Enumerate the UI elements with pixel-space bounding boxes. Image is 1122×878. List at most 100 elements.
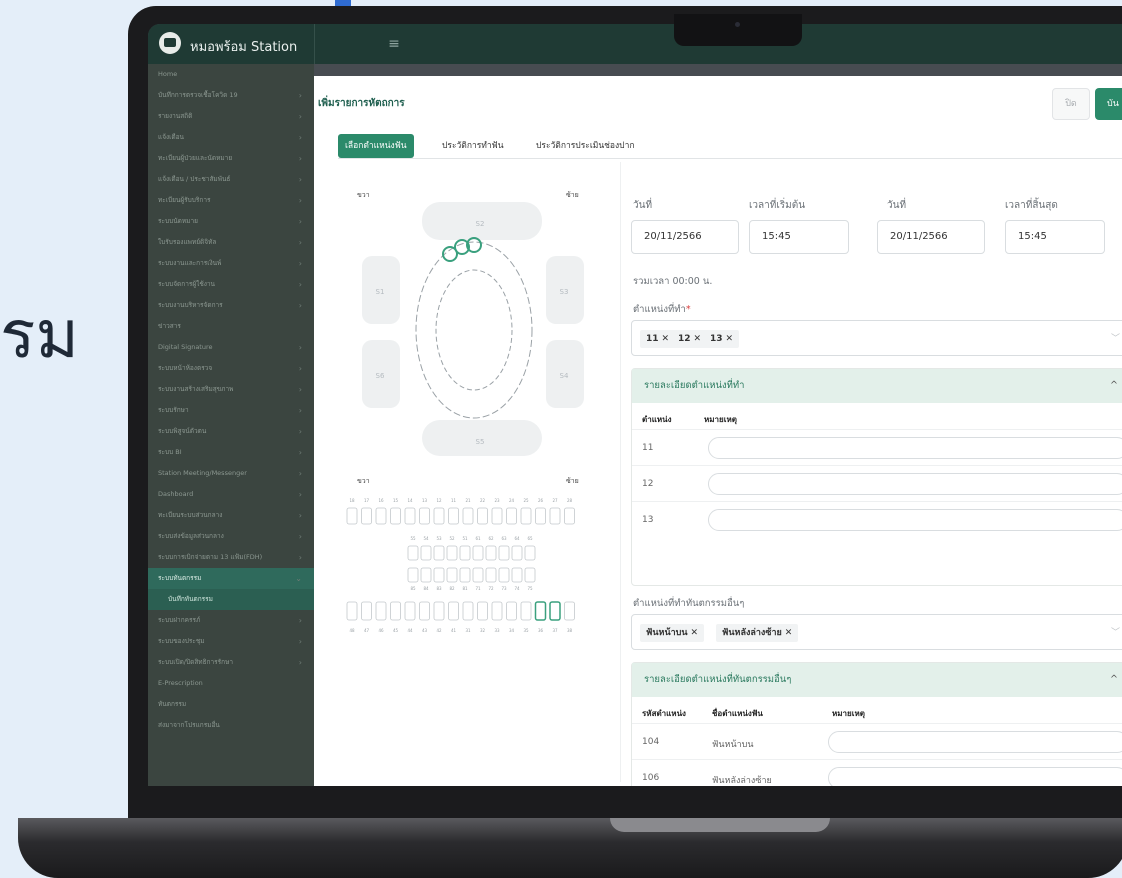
tooth-shape <box>390 601 401 621</box>
tooth-number: 26 <box>538 498 544 503</box>
sidebar-item[interactable]: ทะเบียนระบบส่วนกลาง › <box>148 505 314 526</box>
tag-11[interactable]: 11 ✕ <box>640 330 676 348</box>
sidebar-item[interactable]: ระบบงานและการเงินพ์ › <box>148 253 314 274</box>
chevron-right-icon: › <box>298 196 302 205</box>
sidebar-item[interactable]: ระบบ BI › <box>148 442 314 463</box>
sidebar-item[interactable]: แจ้งเตือน › <box>148 127 314 148</box>
tooth-shape <box>433 507 445 525</box>
sidebar-item[interactable]: E-Prescription <box>148 673 314 694</box>
other-detail-panel-header[interactable]: รายละเอียดตำแหน่งที่ทันตกรรมอื่นๆ ^ <box>632 663 1122 697</box>
detail-note-input[interactable] <box>708 473 1122 495</box>
sidebar-item[interactable]: รายงานสถิติ › <box>148 106 314 127</box>
tooth-number: 21 <box>465 498 471 503</box>
chevron-right-icon: › <box>298 259 302 268</box>
sidebar-item-label: ระบบงานและการเงินพ์ <box>158 259 222 267</box>
sidebar-item[interactable]: ระบบทันตกรรม ⌄ <box>148 568 314 589</box>
sidebar-item[interactable]: ระบบจัดการผู้ใช้งาน › <box>148 274 314 295</box>
tag-12[interactable]: 12 ✕ <box>672 330 708 348</box>
sidebar-item[interactable]: ระบบของประชุม › <box>148 631 314 652</box>
sidebar-item[interactable]: ระบบนัดหมาย › <box>148 211 314 232</box>
sidebar-item[interactable]: ระบบหน้าห้องตรวจ › <box>148 358 314 379</box>
sidebar-item[interactable]: ระบบการเบิกจ่ายตาม 13 แฟ้ม(FDH) › <box>148 547 314 568</box>
sidebar-item[interactable]: ใบรับรองแพทย์ดิจิทัล › <box>148 232 314 253</box>
inner-arch <box>435 269 513 391</box>
detail-note-input[interactable] <box>708 509 1122 531</box>
tooth-shape <box>534 601 547 621</box>
sidebar-item-label: ทะเบียนระบบส่วนกลาง <box>158 511 223 519</box>
detail-panel-header[interactable]: รายละเอียดตำแหน่งที่ทำ ^ <box>632 369 1122 403</box>
sidebar-item-label: ส่งมาจากโปรแกรมอื่น <box>158 721 220 729</box>
tooth-number: 38 <box>567 628 573 633</box>
tab-dental-history[interactable]: ประวัติการทำฟัน <box>442 134 504 158</box>
sidebar-item-label: ข่าวสาร <box>158 322 181 330</box>
tooth-shape <box>346 507 358 525</box>
tab-select-tooth[interactable]: เลือกตำแหน่งฟัน <box>338 134 414 158</box>
top-bar: หมอพร้อม Station ≡ <box>148 24 1122 64</box>
sidebar-item[interactable]: ระบบฝากครรภ์ › <box>148 610 314 631</box>
close-button[interactable]: ปิด <box>1052 88 1090 120</box>
sidebar-item[interactable]: ทะเบียนผู้ป่วยและนัดหมาย › <box>148 148 314 169</box>
sidebar-item[interactable]: บันทึกการตรวจเชื้อโควิด 19 › <box>148 85 314 106</box>
sidebar-item[interactable]: บันทึกทันตกรรม <box>148 589 314 610</box>
sidebar-item[interactable]: ข่าวสาร <box>148 316 314 337</box>
detail-note-input[interactable] <box>708 437 1122 459</box>
tooth-number: 25 <box>523 498 529 503</box>
end-date-input[interactable]: 20/11/2566 <box>877 220 985 254</box>
save-button[interactable]: บัน <box>1095 88 1122 120</box>
tag-lower-back-left[interactable]: ฟันหลังล่างซ้าย ✕ <box>716 624 799 642</box>
start-date-input[interactable]: 20/11/2566 <box>631 220 739 254</box>
sidebar-item-label: แจ้งเตือน <box>158 133 184 141</box>
tooth-shape <box>407 567 419 583</box>
chevron-right-icon: › <box>298 511 302 520</box>
sidebar-item-label: ระบบพิสูจน์ตัวตน <box>158 427 207 435</box>
sidebar-item[interactable]: ส่งมาจากโปรแกรมอื่น <box>148 715 314 736</box>
sidebar-item-label: ระบบหน้าห้องตรวจ <box>158 364 213 372</box>
tab-oral-assessment-history[interactable]: ประวัติการประเมินช่องปาก <box>536 134 635 158</box>
end-time-input[interactable]: 15:45 <box>1005 220 1105 254</box>
chevron-right-icon: › <box>298 385 302 394</box>
tooth-shape <box>520 507 532 525</box>
tooth-number: 34 <box>509 628 515 633</box>
sidebar-item[interactable]: ทันตกรรม <box>148 694 314 715</box>
sidebar-item-label: Dashboard <box>158 490 194 498</box>
sidebar-item[interactable]: ระบบส่งข้อมูลส่วนกลาง › <box>148 526 314 547</box>
tooth-shape <box>498 545 510 561</box>
detail-row-pos: 12 <box>642 479 654 489</box>
end-time-label: เวลาที่สิ้นสุด <box>1005 200 1058 211</box>
sidebar-item[interactable]: ระบบเปิด/ปิดสิทธิการรักษา › <box>148 652 314 673</box>
other-detail-panel: รายละเอียดตำแหน่งที่ทันตกรรมอื่นๆ ^ รหัสต… <box>631 662 1122 786</box>
sidebar-item[interactable]: Digital Signature › <box>148 337 314 358</box>
sidebar-item[interactable]: ทะเบียนผู้รับบริการ › <box>148 190 314 211</box>
sidebar-item[interactable]: ระบบงานบริหารจัดการ › <box>148 295 314 316</box>
tooth-shape <box>524 567 536 583</box>
other-note-input[interactable] <box>828 731 1122 753</box>
sidebar-item[interactable]: แจ้งเตือน / ประชาสัมพันธ์ › <box>148 169 314 190</box>
tooth-shape <box>535 507 546 525</box>
sidebar-item[interactable]: ระบบงานสร้างเสริมสุขภาพ › <box>148 379 314 400</box>
tooth-number: 45 <box>393 628 399 633</box>
tag-upper-front[interactable]: ฟันหน้าบน ✕ <box>640 624 705 642</box>
sidebar-item[interactable]: ระบบพิสูจน์ตัวตน › <box>148 421 314 442</box>
position-select[interactable]: 11 ✕ 12 ✕ 13 ✕ ﹀ <box>631 320 1122 356</box>
tooth-shape <box>549 507 561 525</box>
other-row-name: ฟันหลังล่างซ้าย <box>712 776 772 786</box>
sidebar-item[interactable]: Station Meeting/Messenger › <box>148 463 314 484</box>
other-note-input[interactable] <box>828 767 1122 786</box>
sidebar-item-label: ทันตกรรม <box>158 700 187 708</box>
tooth-shape <box>491 507 503 525</box>
col-position: ตำแหน่ง <box>642 415 672 424</box>
tooth-number: 73 <box>501 586 507 591</box>
start-time-input[interactable]: 15:45 <box>749 220 849 254</box>
sidebar-item[interactable]: ระบบรักษา › <box>148 400 314 421</box>
sidebar-item[interactable]: Dashboard › <box>148 484 314 505</box>
hamburger-menu-icon[interactable]: ≡ <box>384 34 404 54</box>
tag-13[interactable]: 13 ✕ <box>704 330 740 348</box>
tooth-number: 43 <box>422 628 428 633</box>
tooth-number: 48 <box>349 628 355 633</box>
tooth-number: 75 <box>527 586 533 591</box>
sidebar-item[interactable]: Home <box>148 64 314 85</box>
other-position-select[interactable]: ฟันหน้าบน ✕ ฟันหลังล่างซ้าย ✕ ﹀ <box>631 614 1122 650</box>
sidebar-item-label: ระบบการเบิกจ่ายตาม 13 แฟ้ม(FDH) <box>158 553 263 561</box>
tooth-number: 42 <box>436 628 442 633</box>
detail-row-pos: 13 <box>642 515 654 525</box>
